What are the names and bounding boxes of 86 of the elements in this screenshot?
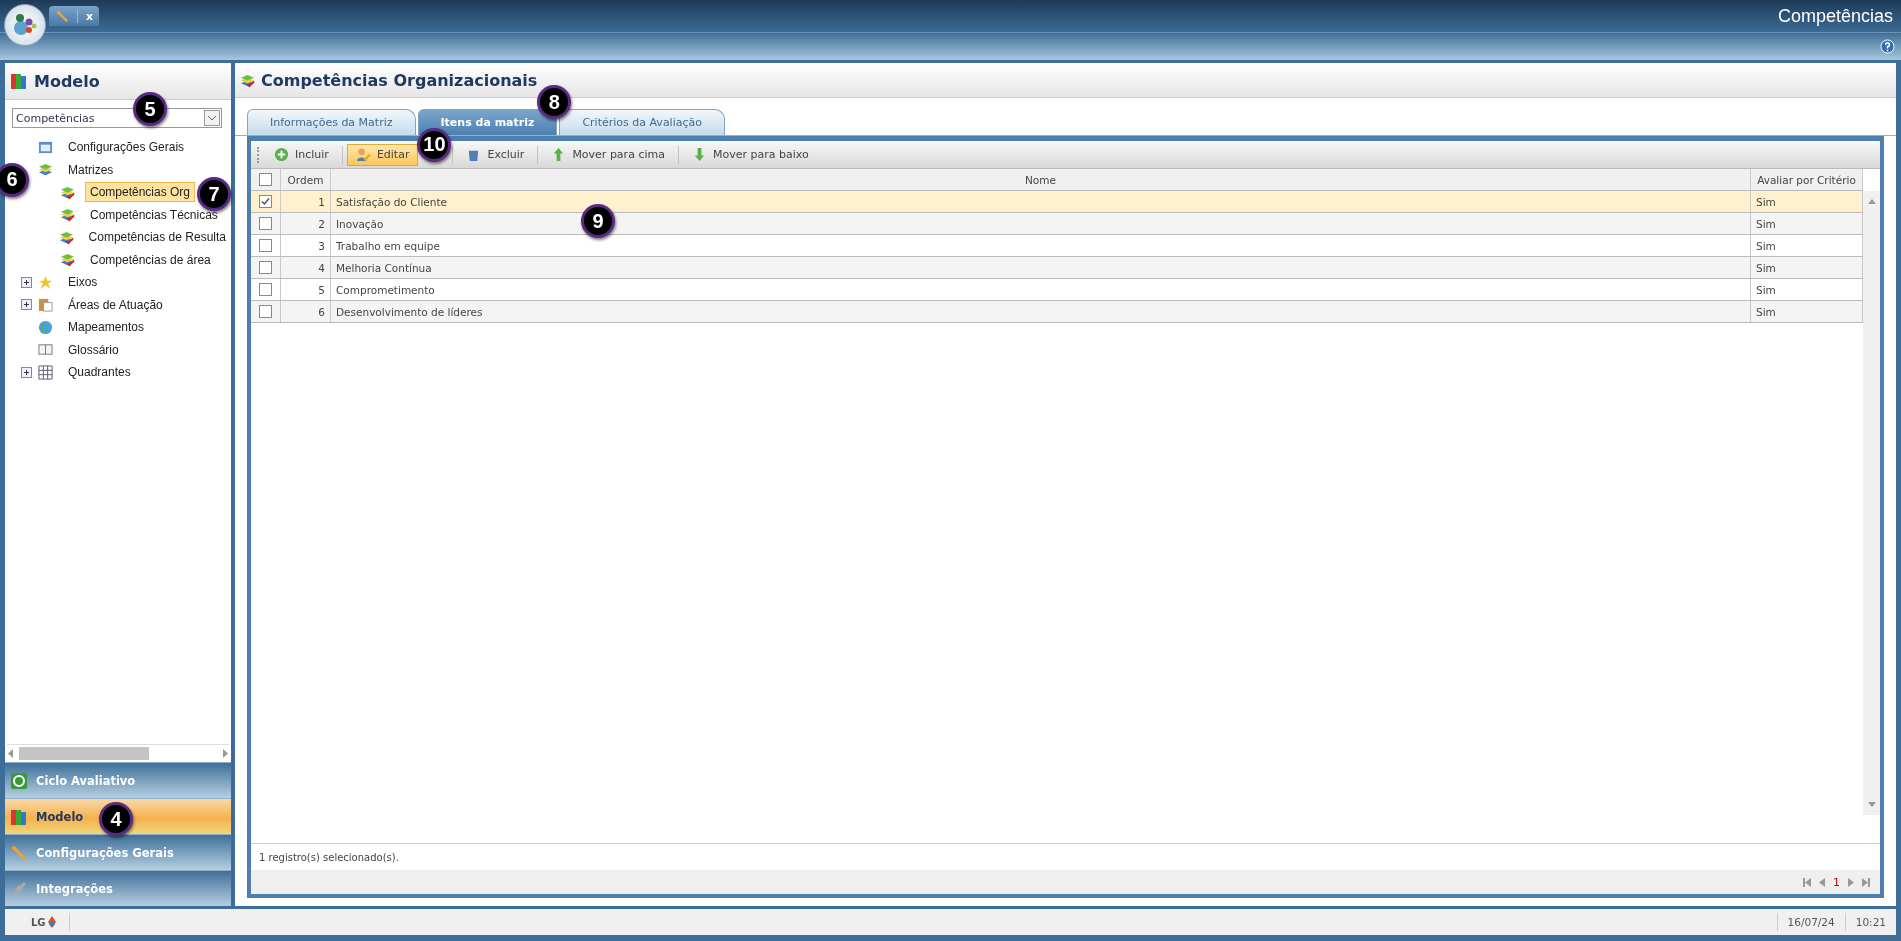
next-page-icon[interactable] — [1847, 877, 1855, 887]
checkbox[interactable] — [259, 195, 272, 208]
chevron-down-icon — [208, 115, 216, 121]
layers-icon — [60, 252, 75, 268]
globe-icon — [38, 319, 53, 335]
tab[interactable]: Critérios da Avaliação — [559, 109, 725, 135]
layers-icon — [58, 229, 74, 245]
table-row[interactable]: 5 Comprometimento Sim — [251, 279, 1863, 301]
scroll-up-icon[interactable] — [1867, 199, 1876, 204]
page-number[interactable]: 1 — [1833, 875, 1840, 889]
last-page-icon[interactable] — [1862, 877, 1870, 887]
panel-title: Competências Organizacionais — [261, 70, 538, 90]
wrench-icon[interactable] — [55, 9, 69, 23]
layers-icon — [60, 184, 75, 200]
table-row[interactable]: 6 Desenvolvimento de líderes Sim — [251, 301, 1863, 323]
column-header[interactable]: Ordem — [281, 169, 331, 190]
tree-item[interactable]: Matrizes — [63, 159, 119, 180]
app-logo[interactable] — [4, 4, 46, 46]
tree-item[interactable]: Competências Org — [85, 182, 196, 203]
checkbox[interactable] — [259, 173, 272, 186]
layers-icon — [240, 72, 255, 88]
star-icon — [38, 274, 53, 290]
add-icon — [274, 147, 289, 162]
table-cell: Melhoria Contínua — [331, 257, 1751, 278]
binders-icon — [10, 72, 28, 90]
toolbar-button[interactable]: Incluir — [265, 143, 338, 166]
wrench-icon — [10, 843, 28, 862]
help-icon[interactable] — [1880, 39, 1895, 54]
tree-item[interactable]: Quadrantes — [63, 362, 136, 383]
callout-badge: 6 — [0, 162, 29, 197]
table-cell: 1 — [281, 191, 331, 212]
company-logo: LG — [5, 913, 70, 931]
table-cell: 5 — [281, 279, 331, 300]
callout-badge: 5 — [133, 92, 167, 126]
app-title: Competências — [1777, 5, 1893, 27]
table-cell: 2 — [281, 213, 331, 234]
status-date: 16/07/24 — [1776, 913, 1845, 931]
tree-item[interactable]: Competências de Resulta — [83, 227, 231, 248]
toolbar-button[interactable]: Mover para cima — [542, 143, 674, 166]
scroll-down-icon[interactable] — [1867, 802, 1876, 807]
grid-icon — [38, 364, 53, 380]
status-time: 10:21 — [1844, 913, 1896, 931]
scroll-right-icon[interactable] — [221, 749, 229, 758]
checkbox[interactable] — [259, 217, 272, 230]
clipboard-icon — [38, 297, 53, 313]
binders-icon — [10, 807, 28, 826]
panel-title: Modelo — [34, 71, 100, 91]
scrollbar-thumb[interactable] — [19, 747, 149, 760]
column-header[interactable]: Nome — [331, 169, 1751, 190]
scroll-left-icon[interactable] — [7, 749, 15, 758]
checkbox[interactable] — [259, 239, 272, 252]
toolbar-button[interactable]: Editar — [346, 143, 419, 166]
toolbar-button[interactable]: Excluir — [457, 143, 534, 166]
window-icon — [38, 139, 53, 155]
table-cell: 6 — [281, 301, 331, 322]
tree-item[interactable]: Glossário — [63, 339, 124, 360]
callout-badge: 7 — [197, 177, 232, 212]
layers-icon — [60, 207, 75, 223]
tab[interactable]: Informações da Matriz — [247, 109, 416, 135]
checkbox[interactable] — [259, 261, 272, 274]
table-cell: Comprometimento — [331, 279, 1751, 300]
tree-item[interactable]: Eixos — [63, 272, 103, 293]
table-row[interactable]: 3 Trabalho em equipe Sim — [251, 235, 1863, 257]
tree-item[interactable]: Mapeamentos — [63, 317, 150, 338]
book-icon — [38, 342, 53, 358]
tree-item[interactable]: Competências de área — [85, 249, 216, 270]
table-cell: 4 — [281, 257, 331, 278]
table-cell: 3 — [281, 235, 331, 256]
toolbar-button[interactable]: Mover para baixo — [682, 143, 818, 166]
expand-icon[interactable] — [21, 299, 32, 311]
expand-icon[interactable] — [21, 366, 32, 378]
checkbox[interactable] — [259, 283, 272, 296]
layers-icon — [38, 162, 53, 178]
table-row[interactable]: 1 Satisfação do Cliente Sim — [251, 191, 1863, 213]
previous-page-icon[interactable] — [1818, 877, 1826, 887]
expand-icon[interactable] — [21, 276, 32, 288]
tree-item[interactable]: Áreas de Atuação — [63, 294, 168, 315]
person-pencil-icon — [355, 147, 371, 162]
tree-item[interactable]: Configurações Gerais — [63, 137, 190, 158]
table-cell: Desenvolvimento de líderes — [331, 301, 1751, 322]
column-header[interactable]: Avaliar por Critério — [1751, 169, 1863, 190]
table-row[interactable]: 4 Melhoria Contínua Sim — [251, 257, 1863, 279]
cycle-icon — [10, 771, 28, 790]
first-page-icon[interactable] — [1803, 877, 1811, 887]
checkbox[interactable] — [259, 305, 272, 318]
check-icon — [261, 197, 270, 206]
